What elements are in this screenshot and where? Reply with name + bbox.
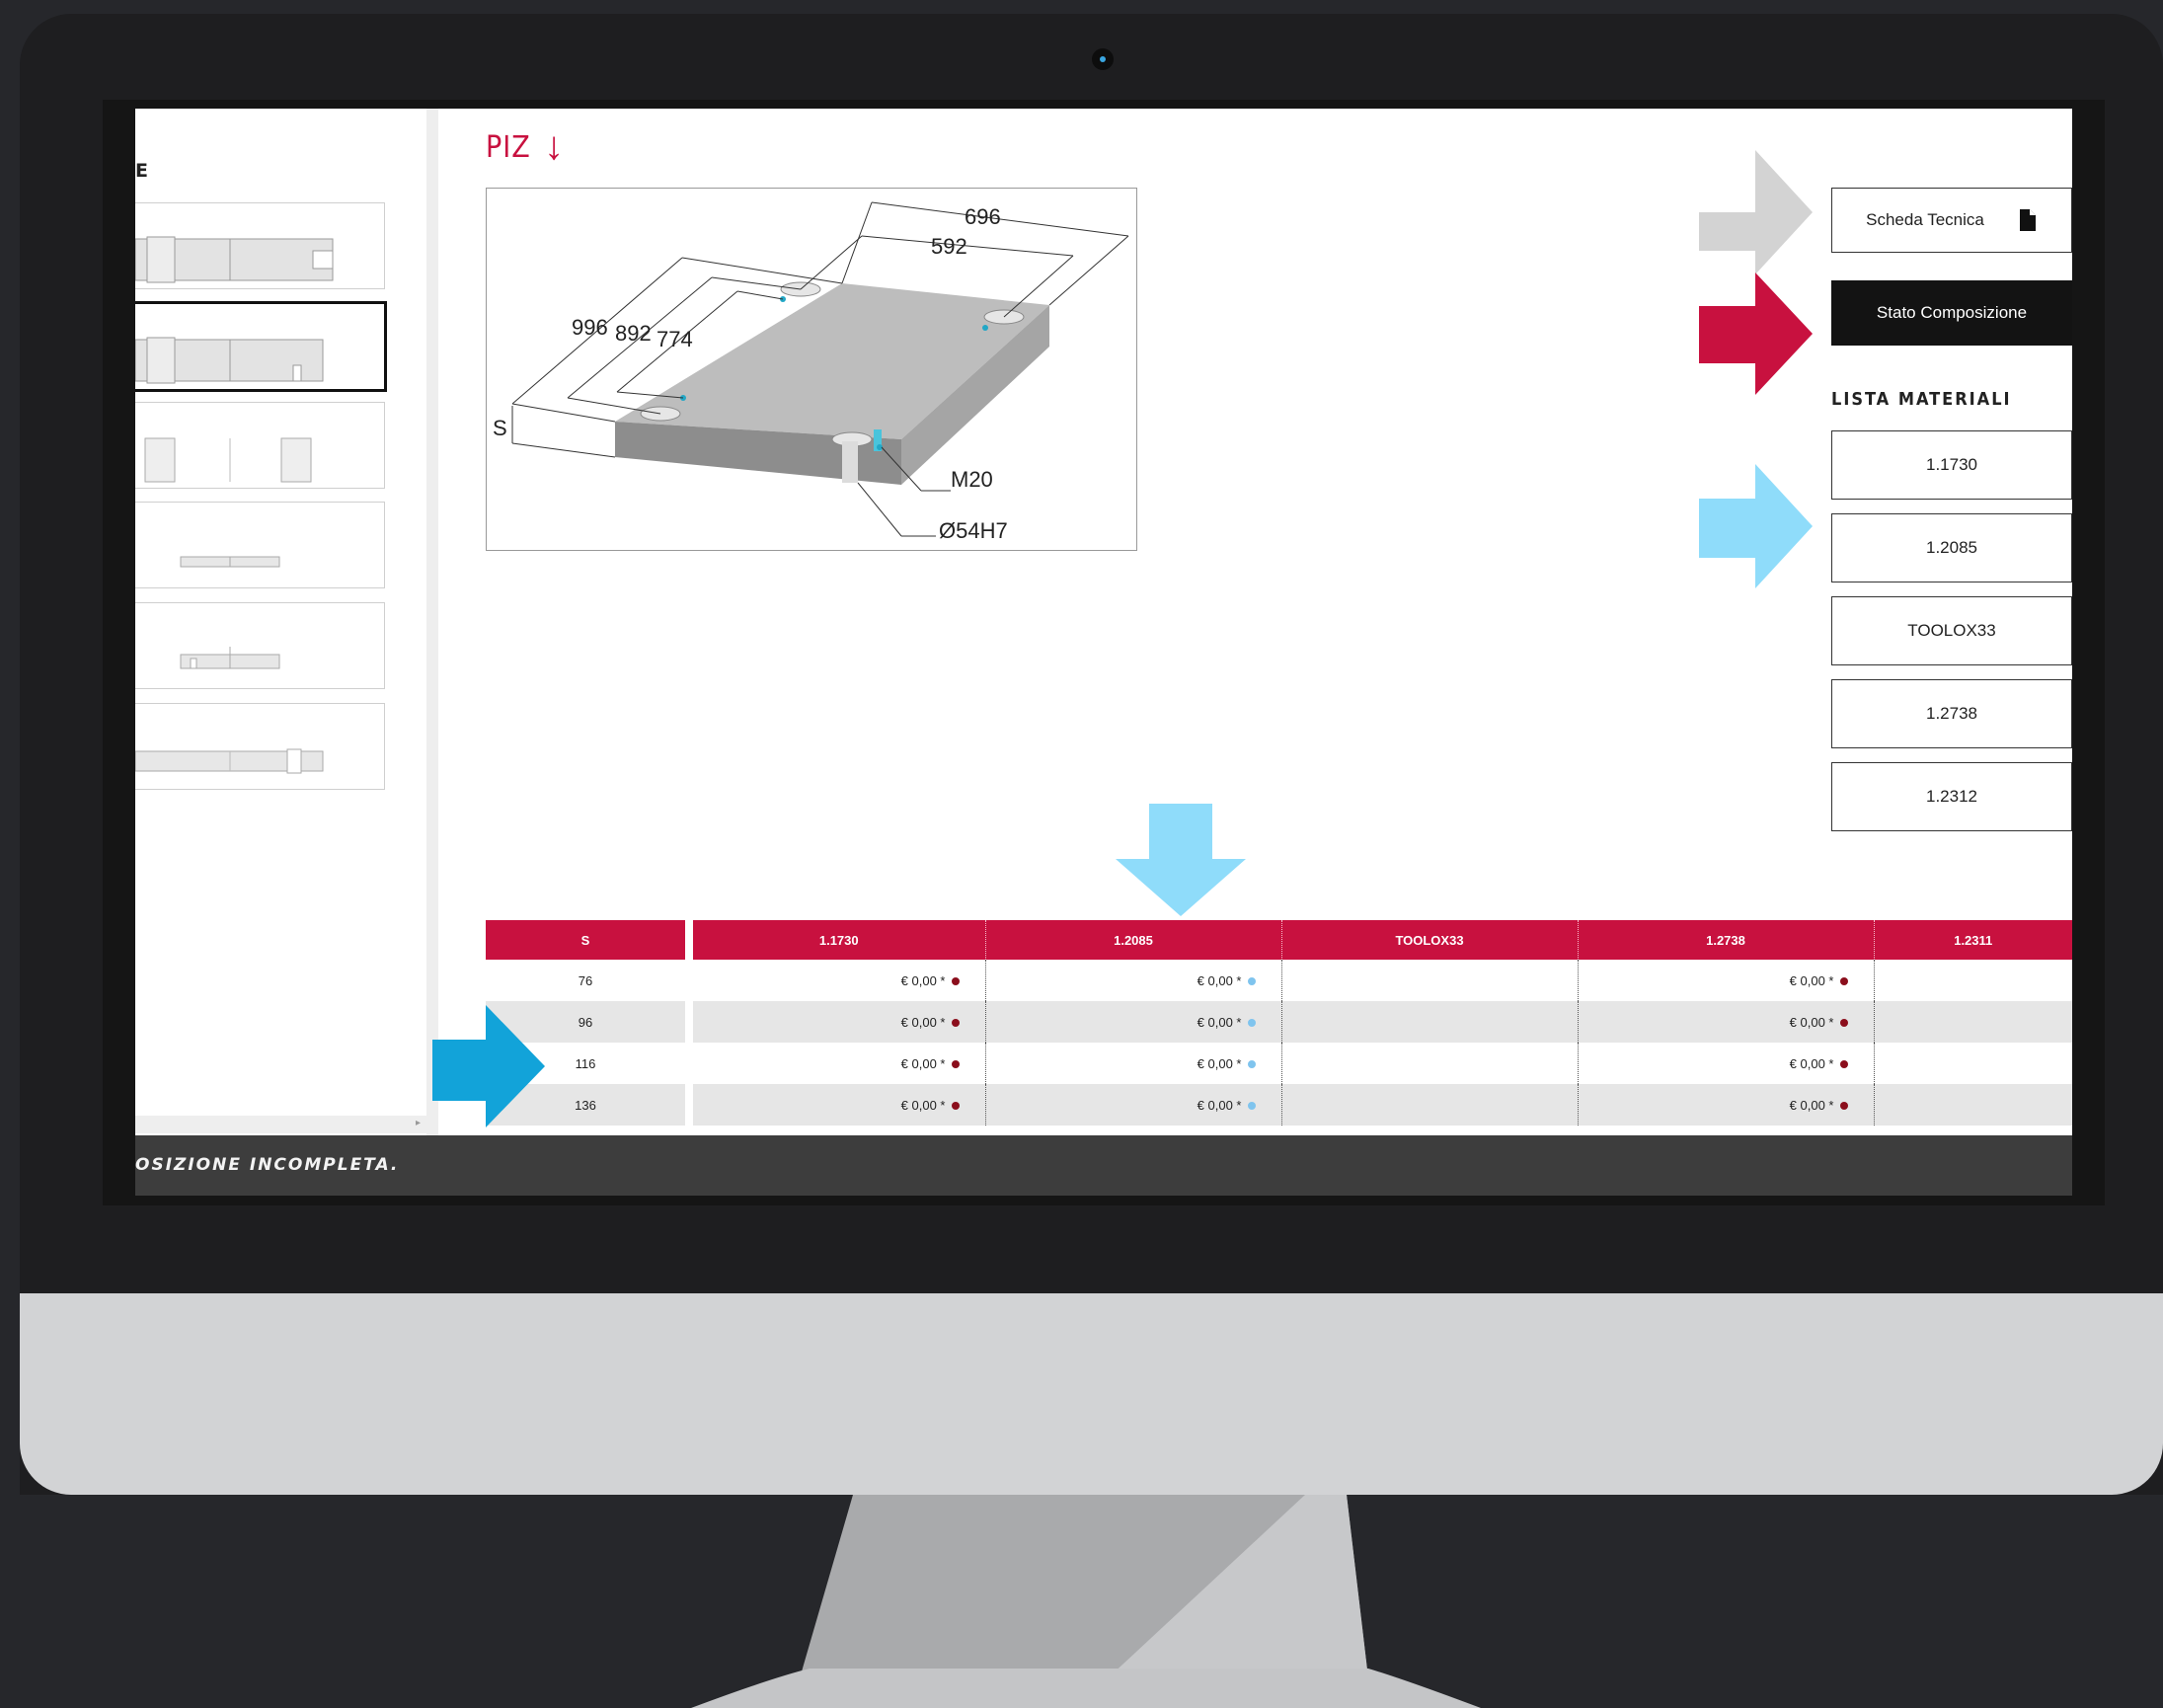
red-arrow-icon (1699, 272, 1813, 395)
blue-arrow-icon (432, 1005, 545, 1127)
gray-arrow-icon (1699, 150, 1813, 274)
lightblue-arrow-right-icon (1699, 464, 1813, 588)
annotation-arrows (432, 150, 1813, 1127)
lightblue-arrow-down-icon (1116, 804, 1246, 916)
